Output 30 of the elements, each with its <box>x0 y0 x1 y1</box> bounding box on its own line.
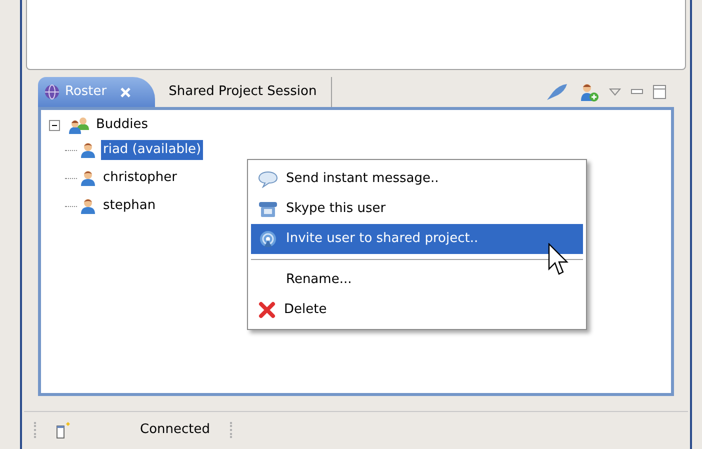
tab-label: Shared Project Session <box>168 83 317 102</box>
tree-item[interactable]: riad (available) <box>101 140 204 160</box>
user-icon <box>79 197 97 215</box>
tab[interactable]: Shared Project Session <box>154 77 332 107</box>
maximize-icon[interactable] <box>653 85 666 99</box>
broadcast-icon <box>258 230 278 248</box>
menu-item[interactable]: Skype this user <box>251 194 583 224</box>
user-icon <box>79 141 97 159</box>
collapse-toggle[interactable] <box>49 120 60 130</box>
minimize-icon[interactable] <box>631 89 643 95</box>
menu-item[interactable]: Delete <box>251 295 583 325</box>
menu-item[interactable]: Send instant message.. <box>251 164 583 194</box>
tab-label: Roster <box>65 83 107 102</box>
speech-bubble-icon <box>258 170 278 188</box>
add-user-icon[interactable] <box>579 82 599 102</box>
menu-item[interactable]: Invite user to shared project.. <box>251 224 583 254</box>
tree-item[interactable]: stephan <box>101 196 158 216</box>
user-icon <box>79 169 97 187</box>
globe-icon <box>44 84 60 100</box>
menu-item[interactable]: Rename... <box>251 265 583 295</box>
view-menu-icon[interactable] <box>609 88 621 96</box>
status-text: Connected <box>140 420 210 439</box>
tree-item[interactable]: Buddies <box>94 115 150 135</box>
cursor-icon <box>548 243 570 277</box>
users-icon <box>68 116 90 134</box>
tree-item[interactable]: christopher <box>101 168 180 188</box>
new-view-icon[interactable] <box>56 420 72 438</box>
telephone-icon <box>258 200 278 218</box>
delete-icon <box>258 301 276 319</box>
close-icon[interactable] <box>120 86 131 98</box>
